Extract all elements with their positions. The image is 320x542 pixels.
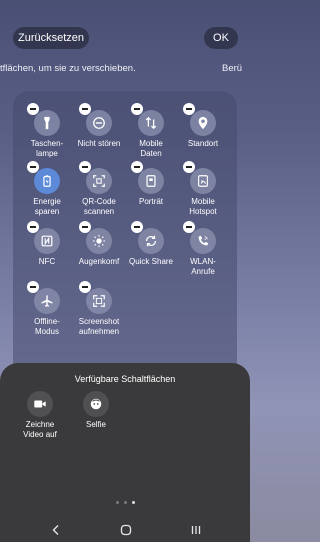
- hint-text-next: Berü: [222, 63, 243, 74]
- screenshot-icon: [93, 295, 105, 307]
- remove-icon[interactable]: [183, 221, 195, 233]
- tile-screenshot[interactable]: Screenshot aufnehmen: [73, 281, 125, 337]
- tile-label: Mobile Hotspot: [189, 197, 217, 216]
- tile-label: Screenshot aufnehmen: [78, 317, 120, 336]
- tile-label: QR-Code scannen: [82, 197, 116, 216]
- remove-icon[interactable]: [27, 103, 39, 115]
- remove-icon[interactable]: [131, 103, 143, 115]
- tile-mobile-hotspot[interactable]: Mobile Hotspot: [177, 161, 229, 217]
- tile-location[interactable]: Standort: [177, 103, 229, 149]
- airplane-icon: [41, 295, 53, 307]
- tile-selfie[interactable]: Selfie: [70, 391, 122, 430]
- qr-code-icon: [93, 175, 105, 187]
- remove-icon[interactable]: [79, 103, 91, 115]
- remove-icon[interactable]: [27, 281, 39, 293]
- page-dot-active: [131, 501, 135, 504]
- tile-mobile-data[interactable]: Mobile Daten: [125, 103, 177, 159]
- remove-icon[interactable]: [27, 161, 39, 173]
- video-camera-icon: [34, 400, 46, 408]
- navigation-bar: [0, 518, 250, 542]
- nfc-icon: [41, 235, 53, 247]
- location-icon: [198, 116, 208, 130]
- tile-power-saving[interactable]: Energie sparen: [21, 161, 73, 217]
- page-dot: [123, 501, 127, 504]
- portrait-icon: [146, 175, 156, 187]
- mobile-data-icon: [145, 116, 157, 130]
- tile-label: Selfie: [85, 420, 106, 429]
- tile-label: WLAN- Anrufe: [190, 257, 216, 276]
- selfie-icon: [90, 398, 102, 410]
- reset-button[interactable]: Zurücksetzen: [13, 27, 89, 49]
- page-indicator: [0, 501, 250, 504]
- remove-icon[interactable]: [183, 103, 195, 115]
- tile-eye-comfort[interactable]: Augenkomf: [73, 221, 125, 267]
- tile-portrait[interactable]: Porträt: [125, 161, 177, 207]
- remove-icon[interactable]: [79, 221, 91, 233]
- remove-icon[interactable]: [79, 161, 91, 173]
- tile-label: Augenkomf: [78, 257, 120, 266]
- do-not-disturb-icon: [93, 117, 105, 129]
- flashlight-icon: [44, 116, 50, 130]
- recents-icon: [191, 526, 201, 534]
- tile-label: Standort: [187, 139, 219, 148]
- eye-comfort-icon: [92, 234, 106, 248]
- remove-icon[interactable]: [183, 161, 195, 173]
- tile-nfc[interactable]: NFC: [21, 221, 73, 267]
- active-tiles-panel: Taschen- lampe Nicht stören Mobile Daten…: [13, 91, 237, 381]
- hint-text-row: tflächen, um sie zu verschieben. Berü: [0, 63, 250, 77]
- tile-airplane-mode[interactable]: Offline- Modus: [21, 281, 73, 337]
- remove-icon[interactable]: [79, 281, 91, 293]
- ok-button[interactable]: OK: [204, 27, 238, 49]
- tile-label: Taschen- lampe: [30, 139, 64, 158]
- tile-label: Mobile Daten: [139, 139, 163, 158]
- page-dot: [115, 501, 119, 504]
- tile-qr-scanner[interactable]: QR-Code scannen: [73, 161, 125, 217]
- battery-icon: [43, 175, 51, 187]
- tile-label: Offline- Modus: [34, 317, 60, 336]
- tile-label: Nicht stören: [77, 139, 121, 148]
- back-icon: [52, 525, 59, 535]
- recents-button[interactable]: [181, 518, 211, 542]
- available-buttons-title: Verfügbare Schaltflächen: [74, 374, 176, 384]
- home-icon: [120, 524, 132, 536]
- tile-label: Energie sparen: [33, 197, 61, 216]
- remove-icon[interactable]: [27, 221, 39, 233]
- tile-label: Quick Share: [128, 257, 174, 266]
- wifi-calling-icon: [198, 235, 209, 246]
- tile-do-not-disturb[interactable]: Nicht stören: [73, 103, 125, 149]
- hint-text: tflächen, um sie zu verschieben.: [0, 63, 136, 74]
- remove-icon[interactable]: [131, 161, 143, 173]
- tile-quick-share[interactable]: Quick Share: [125, 221, 177, 267]
- tile-flashlight[interactable]: Taschen- lampe: [21, 103, 73, 159]
- remove-icon[interactable]: [131, 221, 143, 233]
- tile-label: Porträt: [138, 197, 163, 206]
- back-button[interactable]: [41, 518, 71, 542]
- tile-label: Zeichne Video auf: [23, 420, 57, 439]
- hotspot-icon: [198, 175, 208, 187]
- quick-share-icon: [146, 235, 156, 247]
- home-button[interactable]: [111, 518, 141, 542]
- tile-label: NFC: [38, 257, 56, 266]
- tile-record-video[interactable]: Zeichne Video auf: [14, 391, 66, 440]
- available-buttons-sheet: Verfügbare Schaltflächen Zeichne Video a…: [0, 363, 250, 542]
- tile-wifi-calling[interactable]: WLAN- Anrufe: [177, 221, 229, 277]
